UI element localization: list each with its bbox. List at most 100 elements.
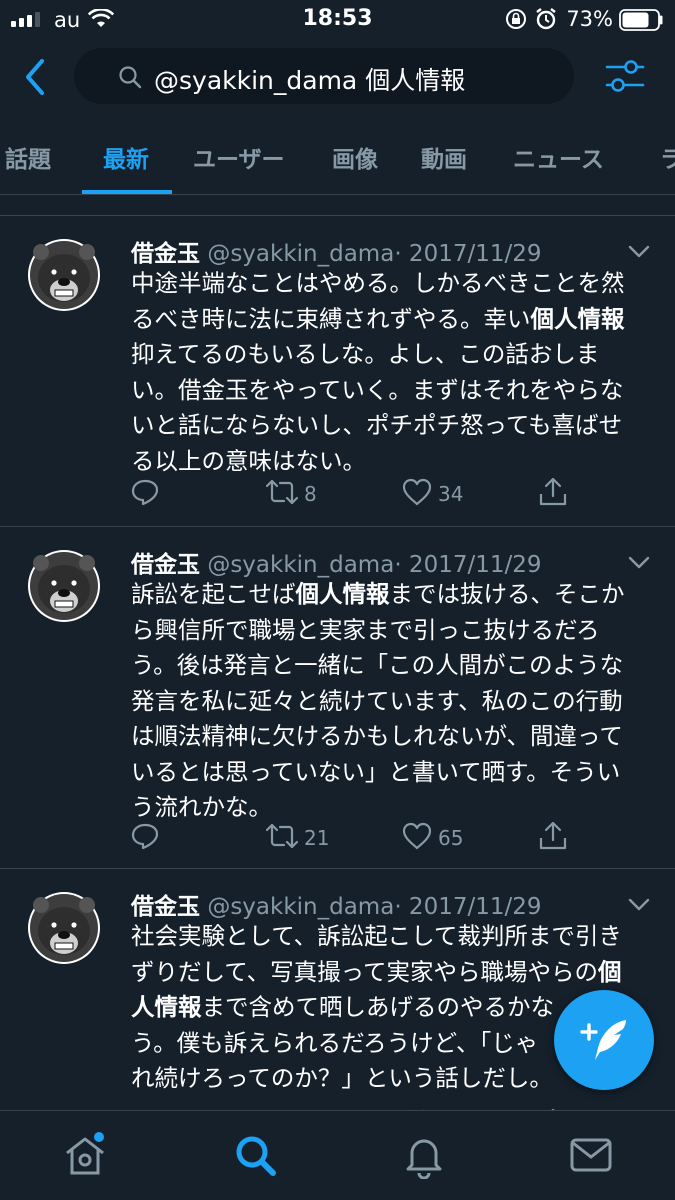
rotation-lock-icon [506, 9, 526, 29]
tweet-text: 訴訟を起こせば個人情報までは抜ける、そこか ら興信所で職場と実家まで引っこ抜けるだ… [131, 577, 651, 826]
mail-icon [570, 1138, 612, 1172]
tab-overflow[interactable]: ラ [660, 140, 675, 174]
text-segment: う。僕も訴えられるだろうけど、「じゃ [131, 1028, 539, 1057]
battery-percentage: 73% [566, 7, 613, 31]
reply-button[interactable] [131, 818, 159, 858]
author-name[interactable]: 借金玉 [131, 894, 200, 920]
retweet-count: 8 [304, 482, 317, 506]
text-segment: る以上の意味はない。 [131, 446, 366, 475]
tweet-text-line: ずりだして、写真撮って実家やら職場やらの個 [131, 955, 651, 991]
text-segment: 社会実験として、訴訟起こして裁判所まで引き [131, 922, 622, 950]
share-icon [538, 477, 568, 512]
tweet-text-line: いと話にならないし、ポチポチ怒っても喜ばせ [131, 408, 651, 444]
retweet-button[interactable]: 8 [265, 474, 317, 514]
tweet-text-line: 訴訟を起こせば個人情報までは抜ける、そこか [131, 577, 651, 613]
search-query: @syakkin_dama 個人情報 [154, 66, 466, 95]
tab-top[interactable]: 話題 [5, 140, 51, 174]
like-button[interactable]: 65 [402, 818, 463, 858]
text-segment: るべき時に法に束縛されずやる。幸い [131, 304, 531, 333]
author-name[interactable]: 借金玉 [131, 241, 200, 267]
tweet-text-line: 中途半端なことはやめる。しかるべきことを然 [131, 266, 651, 302]
reply-icon [131, 822, 159, 855]
retweet-icon [265, 822, 299, 855]
tweet-date: · 2017/11/29 [394, 552, 542, 578]
author-handle[interactable]: @syakkin_dama [207, 241, 394, 267]
share-icon [538, 821, 568, 856]
tweet-text-line: い。借金玉をやっていく。まずはそれをやらな [131, 373, 651, 409]
compose-tweet-button[interactable] [554, 990, 654, 1090]
text-segment: までは抜ける、そこか [389, 580, 625, 608]
like-count: 65 [438, 826, 464, 850]
text-segment: ずりだして、写真撮って実家やら職場やらの [131, 957, 598, 986]
tab-videos[interactable]: 動画 [421, 140, 467, 174]
search-icon [236, 1136, 276, 1176]
nav-search[interactable] [231, 1131, 279, 1179]
retweet-button[interactable]: 21 [265, 818, 330, 858]
tweet-text-line: 発言を私に延々と続けています、私のこの行動 [131, 684, 651, 720]
like-button[interactable]: 34 [402, 474, 463, 514]
tweet-header: 借金玉 @syakkin_dama· 2017/11/29 [131, 545, 542, 579]
tab-users[interactable]: ユーザー [193, 140, 285, 174]
tweet-text-line: 社会実験として、訴訟起こして裁判所まで引き [131, 919, 651, 955]
back-arrow-icon[interactable] [22, 57, 48, 97]
tweet-text-line: いるとは思っていない」と書いて晒す。そうい [131, 755, 651, 791]
retweet-icon [265, 478, 299, 511]
tweet-text-line: ら興信所で職場と実家まで引っこ抜けるだろ [131, 613, 651, 649]
home-icon [66, 1132, 104, 1175]
tweet[interactable]: 借金玉 @syakkin_dama· 2017/11/29 中途半端なことはやめる… [0, 215, 675, 526]
text-segment: 中途半端なことはやめる。しかるべきことを然 [131, 269, 625, 297]
text-segment: 発言を私に延々と続けています、私のこの行動 [131, 686, 623, 715]
tab-photos[interactable]: 画像 [332, 140, 378, 174]
text-segment: いるとは思っていない」と書いて晒す。そうい [131, 757, 621, 786]
search-header: @syakkin_dama 個人情報 [0, 40, 675, 120]
retweet-count: 21 [304, 826, 330, 850]
chevron-down-icon[interactable] [628, 555, 650, 574]
text-segment: 抑えてるのもいるしな。よし、この話おしま [131, 340, 600, 368]
tweet-text-line: 抑えてるのもいるしな。よし、この話おしま [131, 337, 651, 373]
tweet[interactable]: 借金玉 @syakkin_dama· 2017/11/29 訴訟を起こせば個人情報… [0, 526, 675, 868]
tab-news[interactable]: ニュース [513, 140, 604, 174]
heart-icon [402, 478, 432, 511]
text-segment: は順法精神に欠けるかもしれないが、間違って [131, 722, 623, 750]
tweet-header: 借金玉 @syakkin_dama· 2017/11/29 [131, 887, 542, 921]
share-button[interactable] [538, 474, 568, 514]
tab-latest[interactable]: 最新 [103, 140, 149, 174]
text-segment: う流れかな。 [131, 793, 272, 821]
text-segment: れ続けろってのか？」という話しだし。 [131, 1064, 553, 1092]
share-button[interactable] [538, 818, 568, 858]
text-segment: 訴訟を起こせば [131, 580, 296, 608]
nav-home[interactable] [61, 1131, 109, 1179]
highlighted-keyword: 個人情報 [530, 304, 625, 333]
tweet-text-line: は順法精神に欠けるかもしれないが、間違って [131, 719, 651, 755]
tweet-date: · 2017/11/29 [394, 894, 542, 920]
highlighted-keyword: 個人情報 [295, 580, 390, 608]
author-handle[interactable]: @syakkin_dama [207, 894, 394, 920]
previous-tweet-sliver [0, 196, 675, 216]
highlighted-keyword: 個 [597, 957, 622, 986]
tweet-text: 中途半端なことはやめる。しかるべきことを然 るべき時に法に束縛されずやる。幸い個人… [131, 266, 651, 479]
status-bar: au 18:53 73% [0, 0, 675, 40]
alarm-icon [536, 8, 556, 30]
author-name[interactable]: 借金玉 [131, 552, 200, 578]
nav-notifications[interactable] [400, 1131, 448, 1180]
avatar[interactable] [27, 238, 101, 312]
nav-messages[interactable] [567, 1131, 615, 1179]
compose-quill-icon [580, 1020, 626, 1060]
author-handle[interactable]: @syakkin_dama [207, 552, 394, 578]
highlighted-keyword: 人情報 [131, 993, 202, 1021]
chevron-down-icon[interactable] [628, 244, 650, 263]
tweet[interactable]: 借金玉 @syakkin_dama· 2017/11/29 社会実験として、訴訟起… [0, 868, 675, 1137]
bell-icon [406, 1139, 442, 1180]
search-filter-settings-icon[interactable] [605, 56, 645, 96]
search-input[interactable]: @syakkin_dama 個人情報 [74, 48, 574, 104]
chevron-down-icon[interactable] [628, 897, 650, 916]
search-tabs: 話題 最新 ユーザー 画像 動画 ニュース ラ [0, 120, 675, 195]
heart-icon [402, 822, 432, 855]
text-segment: う。後は発言と一緒に「この人間がこのような [131, 651, 624, 679]
tweet-header: 借金玉 @syakkin_dama· 2017/11/29 [131, 234, 542, 268]
like-count: 34 [438, 482, 464, 506]
tweet-text-line: う。後は発言と一緒に「この人間がこのような [131, 648, 651, 684]
reply-button[interactable] [131, 474, 159, 514]
avatar[interactable] [27, 891, 101, 965]
avatar[interactable] [27, 549, 101, 623]
